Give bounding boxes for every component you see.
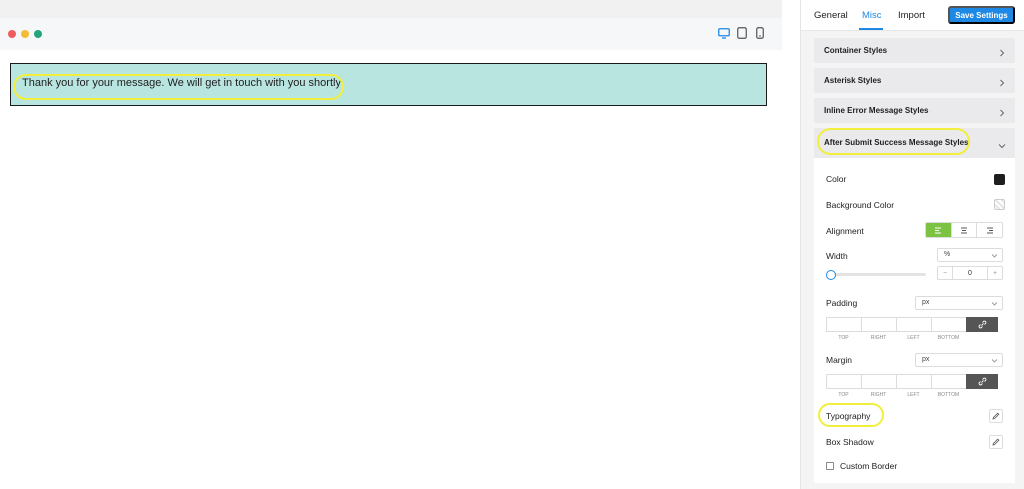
- dim-label-right: RIGHT: [870, 335, 887, 341]
- tablet-icon[interactable]: [736, 26, 748, 40]
- width-stepper: − 0 +: [937, 266, 1003, 280]
- padding-side-labels: TOP RIGHT LEFT BOTTOM: [826, 335, 966, 341]
- alignment-group: [925, 222, 1003, 238]
- margin-right-input[interactable]: [861, 374, 896, 389]
- chevron-right-icon: [997, 105, 1007, 117]
- color-swatch[interactable]: [994, 174, 1005, 185]
- chevron-down-icon: [991, 300, 998, 307]
- padding-top-input[interactable]: [826, 317, 861, 332]
- custom-border-label: Custom Border: [840, 461, 898, 471]
- decrement-button[interactable]: −: [938, 267, 952, 279]
- chevron-down-icon: [991, 252, 998, 259]
- padding-unit-value: px: [922, 299, 930, 306]
- typography-edit-button[interactable]: [989, 409, 1003, 423]
- width-label: Width: [826, 251, 848, 261]
- margin-label: Margin: [826, 355, 852, 365]
- chevron-down-icon: [997, 138, 1007, 149]
- margin-unit-value: px: [922, 356, 930, 363]
- dim-label-right: RIGHT: [870, 392, 887, 398]
- margin-left-input[interactable]: [896, 374, 931, 389]
- custom-border-checkbox[interactable]: [826, 462, 834, 470]
- dim-label-bottom: BOTTOM: [937, 392, 960, 398]
- dim-label-bottom: BOTTOM: [937, 335, 960, 341]
- padding-bottom-input[interactable]: [931, 317, 966, 332]
- chevron-right-icon: [997, 45, 1007, 57]
- highlight-ring: [13, 74, 344, 100]
- mobile-icon[interactable]: [754, 26, 766, 40]
- padding-inputs: [826, 317, 1001, 332]
- box-shadow-label: Box Shadow: [826, 437, 874, 447]
- padding-label: Padding: [826, 298, 858, 308]
- align-left-icon[interactable]: [926, 223, 952, 237]
- padding-left-input[interactable]: [896, 317, 931, 332]
- width-slider-handle[interactable]: [826, 270, 836, 280]
- accordion-label: Asterisk Styles: [824, 76, 882, 85]
- desktop-icon[interactable]: [718, 26, 730, 40]
- background-color-swatch[interactable]: [994, 199, 1005, 210]
- app-root: Thank you for your message. We will get …: [0, 0, 1024, 489]
- accordion-label: Inline Error Message Styles: [824, 106, 929, 115]
- tab-import[interactable]: Import: [898, 10, 925, 21]
- chevron-right-icon: [997, 75, 1007, 87]
- save-settings-button[interactable]: Save Settings: [948, 6, 1015, 24]
- tab-general[interactable]: General: [814, 10, 848, 21]
- margin-top-input[interactable]: [826, 374, 861, 389]
- window-maximize-dot: [34, 30, 42, 38]
- padding-right-input[interactable]: [861, 317, 896, 332]
- tab-misc[interactable]: Misc: [862, 10, 882, 21]
- success-message-style-settings: Color Background Color Alignment Width %…: [814, 158, 1015, 483]
- align-right-icon[interactable]: [977, 223, 1002, 237]
- link-icon[interactable]: [966, 374, 998, 389]
- tab-bar: General Misc Import Save Settings: [801, 0, 1024, 31]
- width-unit-select[interactable]: %: [937, 248, 1003, 262]
- padding-unit-select[interactable]: px: [915, 296, 1003, 310]
- preview-window-bar: [0, 18, 782, 50]
- dim-label-left: LEFT: [907, 392, 920, 398]
- width-slider-track[interactable]: [831, 273, 926, 276]
- dim-label-left: LEFT: [907, 335, 920, 341]
- background-color-label: Background Color: [826, 200, 895, 210]
- increment-button[interactable]: +: [988, 267, 1002, 279]
- link-icon[interactable]: [966, 317, 998, 332]
- settings-panel: General Misc Import Save Settings Contai…: [800, 0, 1024, 489]
- align-center-icon[interactable]: [951, 223, 978, 237]
- accordion-label: Container Styles: [824, 46, 888, 55]
- device-switcher: [718, 26, 766, 40]
- window-close-dot: [8, 30, 16, 38]
- highlight-ring: [818, 403, 884, 427]
- accordion-asterisk-styles[interactable]: Asterisk Styles: [814, 68, 1015, 93]
- highlight-ring: [817, 128, 970, 155]
- width-value[interactable]: 0: [952, 267, 988, 279]
- window-minimize-dot: [21, 30, 29, 38]
- box-shadow-edit-button[interactable]: [989, 435, 1003, 449]
- margin-bottom-input[interactable]: [931, 374, 966, 389]
- margin-side-labels: TOP RIGHT LEFT BOTTOM: [826, 392, 966, 398]
- active-tab-indicator: [859, 28, 883, 30]
- dim-label-top: TOP: [838, 335, 849, 341]
- alignment-label: Alignment: [826, 226, 864, 236]
- color-label: Color: [826, 174, 847, 184]
- margin-unit-select[interactable]: px: [915, 353, 1003, 367]
- dim-label-top: TOP: [838, 392, 849, 398]
- width-unit-value: %: [944, 251, 951, 258]
- margin-inputs: [826, 374, 1001, 389]
- form-preview: Thank you for your message. We will get …: [0, 0, 782, 489]
- accordion-inline-error-styles[interactable]: Inline Error Message Styles: [814, 98, 1015, 123]
- accordion-container-styles[interactable]: Container Styles: [814, 38, 1015, 63]
- chevron-down-icon: [991, 357, 998, 364]
